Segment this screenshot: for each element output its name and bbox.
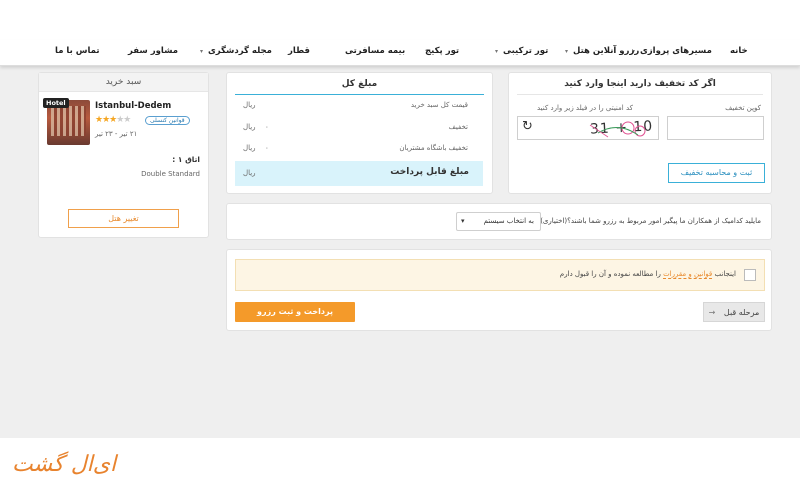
nav-hotels-label: رزرو آنلاین هتل <box>572 46 640 56</box>
nav-package-tour[interactable]: تور پکیج <box>425 46 459 56</box>
colleague-question: مایلید کدامیک از همکاران ما پیگیر امور م… <box>540 217 761 225</box>
totals-card: مبلغ کل قیمت کل سبد خرید ریال تخفیف ۰ ری… <box>226 72 493 194</box>
colleague-select-value: به انتخاب سیستم <box>483 217 534 225</box>
total-cart-unit: ریال <box>243 101 256 109</box>
arrow-right-icon: → <box>708 308 716 317</box>
eligasht-logo[interactable]: ای‌ال گشت <box>12 452 116 477</box>
agreement-card: اینجانب قوانین و مقررات را مطالعه نموده … <box>226 249 772 331</box>
club-discount-unit: ریال <box>243 144 256 152</box>
chevron-down-icon: ▾ <box>495 48 499 55</box>
cart-card: سبد خرید Hotel Istanbul-Dedem ★★★★★ قوان… <box>38 72 209 238</box>
agreement-box: اینجانب قوانین و مقررات را مطالعه نموده … <box>235 259 765 291</box>
hotel-photo-windows <box>51 106 86 136</box>
hotel-name[interactable]: Istanbul-Dedem <box>95 101 171 111</box>
nav-hotels[interactable]: رزرو آنلاین هتل ▾ <box>565 46 639 56</box>
room-label: اتاق ۱ : <box>172 155 200 164</box>
discount-title: اگر کد تخفیف دارید اینجا وارد کنید <box>517 73 763 95</box>
coupon-label: کوپن تخفیف <box>725 104 761 112</box>
room-type: Double Standard <box>141 170 200 178</box>
previous-step-label: مرحله قبل <box>723 308 760 317</box>
discount-unit: ریال <box>243 123 256 131</box>
chevron-down-icon: ▾ <box>565 48 569 55</box>
colleague-card: مایلید کدامیک از همکاران ما پیگیر امور م… <box>226 203 772 240</box>
agreement-prefix: اینجانب <box>714 270 736 278</box>
colleague-select[interactable]: به انتخاب سیستم ▾ <box>456 212 541 231</box>
discount-value: ۰ <box>265 123 269 131</box>
nav-advisor[interactable]: مشاور سفر <box>128 46 178 56</box>
main-nav: خانه مسیرهای پروازی ▾ رزرو آنلاین هتل ▾ … <box>0 40 800 66</box>
club-discount-value: ۰ <box>265 144 269 152</box>
apply-discount-button[interactable]: ثبت و محاسبه تخفیف <box>668 163 765 183</box>
agreement-text: اینجانب قوانین و مقررات را مطالعه نموده … <box>559 270 736 279</box>
nav-home[interactable]: خانه <box>730 46 748 56</box>
nav-magazine-label: مجله گردشگری <box>207 46 272 56</box>
nav-contact[interactable]: تماس با ما <box>55 46 100 56</box>
cancellation-rules-link[interactable]: قوانین کنسلی <box>145 116 190 125</box>
nav-flights[interactable]: مسیرهای پروازی ▾ <box>632 46 712 56</box>
captcha-field[interactable]: ↻ 31 + 10 <box>517 116 659 140</box>
total-cart-label: قیمت کل سبد خرید <box>410 101 468 109</box>
captcha-noise-icon <box>589 121 646 138</box>
refresh-icon[interactable]: ↻ <box>522 119 533 134</box>
payable-unit: ریال <box>243 169 256 177</box>
chevron-down-icon: ▾ <box>461 217 465 225</box>
chevron-down-icon: ▾ <box>200 48 204 55</box>
hotel-stars: ★★★★★ <box>95 115 131 125</box>
hotel-badge: Hotel <box>43 98 69 108</box>
captcha-label: کد امنیتی را در فیلد زیر وارد کنید <box>537 104 633 112</box>
coupon-input[interactable] <box>667 116 764 140</box>
previous-step-button[interactable]: مرحله قبل → <box>703 302 765 322</box>
nav-train[interactable]: قطار <box>288 46 310 56</box>
club-discount-label: تخفیف باشگاه مشتریان <box>399 144 468 152</box>
agreement-checkbox[interactable] <box>744 269 756 281</box>
nav-insurance[interactable]: بیمه مسافرتی <box>345 46 405 56</box>
payable-row: مبلغ قابل پرداخت ریال <box>235 161 483 186</box>
discount-label: تخفیف <box>448 123 468 131</box>
agreement-suffix: را مطالعه نموده و آن را قبول دارم <box>559 270 661 278</box>
stay-dates: ۲۱ تیر - ۲۳ تیر <box>95 130 138 138</box>
star-filled-icon: ★★★ <box>95 115 117 125</box>
change-hotel-button[interactable]: تغییر هتل <box>68 209 179 228</box>
top-bar <box>0 0 800 40</box>
totals-title: مبلغ کل <box>235 73 484 95</box>
discount-card: اگر کد تخفیف دارید اینجا وارد کنید کوپن … <box>508 72 772 194</box>
nav-magazine[interactable]: مجله گردشگری ▾ <box>200 46 272 56</box>
payable-label: مبلغ قابل پرداخت <box>390 167 469 177</box>
nav-combo-tour[interactable]: تور ترکیبی ▾ <box>495 46 548 56</box>
cart-title: سبد خرید <box>39 73 208 92</box>
pay-and-book-button[interactable]: پرداخت و ثبت رزرو <box>235 302 355 322</box>
star-empty-icon: ★★ <box>116 115 131 125</box>
nav-flights-label: مسیرهای پروازی <box>639 46 712 56</box>
footer: ای‌ال گشت <box>0 438 800 500</box>
nav-combo-tour-label: تور ترکیبی <box>502 46 549 56</box>
terms-link[interactable]: قوانین و مقررات <box>663 270 713 279</box>
